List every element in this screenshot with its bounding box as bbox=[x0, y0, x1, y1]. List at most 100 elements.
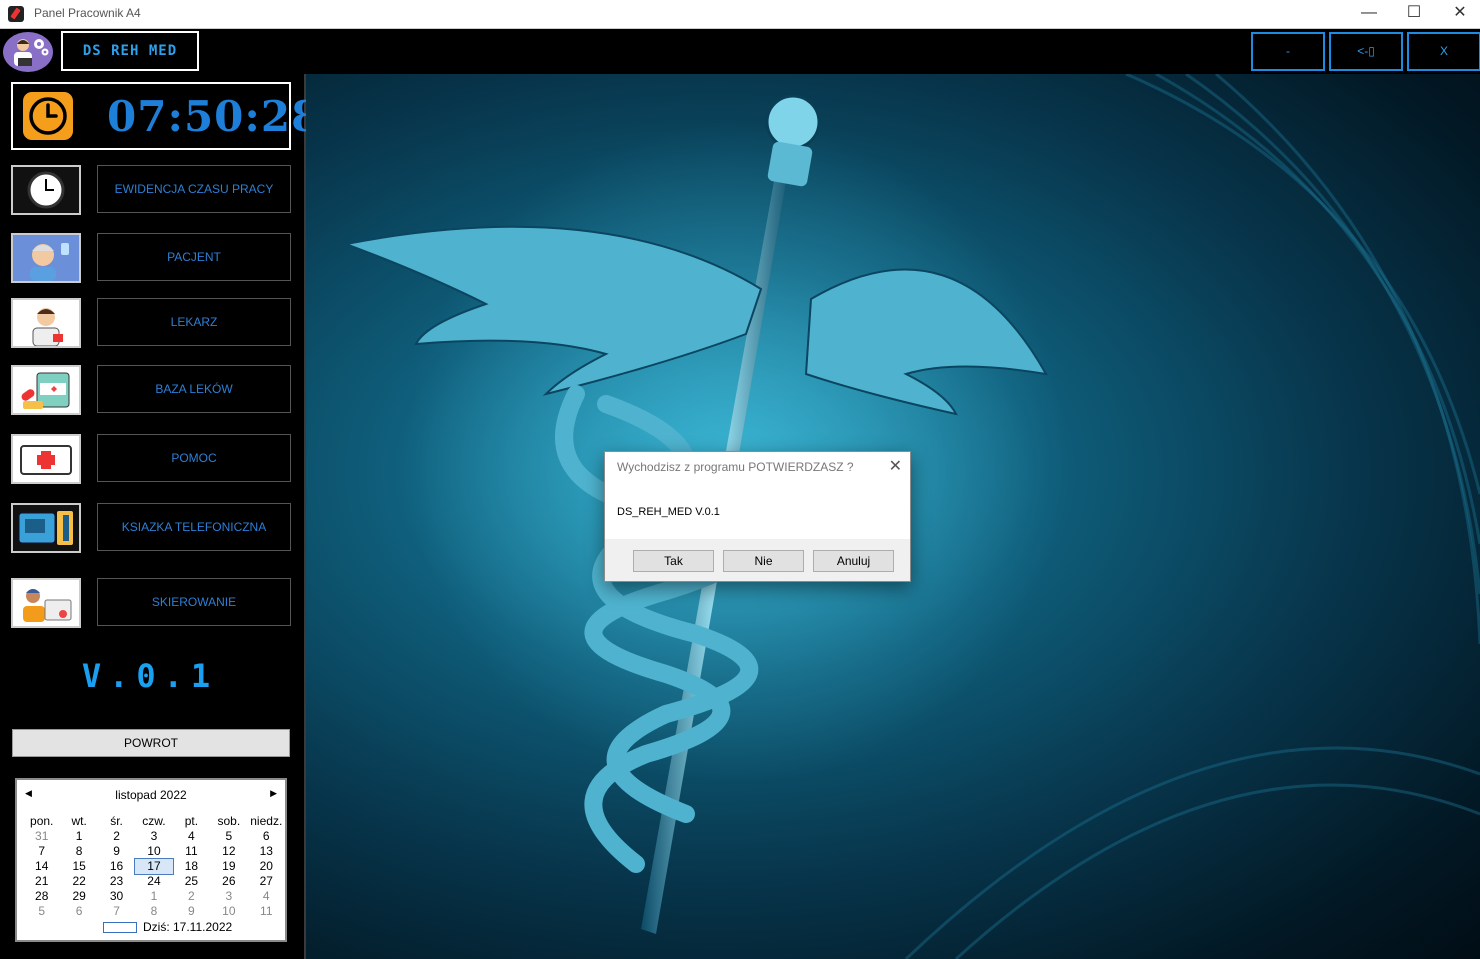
calendar-day[interactable]: 12 bbox=[210, 844, 247, 859]
calendar-next-month-icon[interactable]: ▶ bbox=[270, 788, 277, 799]
dialog-cancel-button[interactable]: Anuluj bbox=[813, 550, 894, 572]
dialog-yes-button[interactable]: Tak bbox=[633, 550, 714, 572]
calendar-today-label: Dziś: 17.11.2022 bbox=[143, 920, 233, 934]
calendar-week-row: 31 1 2 3 4 5 6 bbox=[23, 829, 285, 844]
calendar-weekday-row: pon. wt. śr. czw. pt. sob. niedz. bbox=[23, 814, 285, 829]
brand-label: DS REH MED bbox=[61, 31, 199, 71]
dialog-title: Wychodzisz z programu POTWIERDZASZ ? bbox=[617, 460, 854, 474]
nav-lekarz-button[interactable]: LEKARZ bbox=[97, 298, 291, 346]
calendar-day[interactable]: 18 bbox=[173, 859, 210, 874]
weekday-label: śr. bbox=[110, 814, 123, 828]
weekday-label: sob. bbox=[217, 814, 241, 828]
weekday-label: czw. bbox=[142, 814, 166, 828]
app-close-button[interactable]: X bbox=[1407, 32, 1480, 71]
calendar-day[interactable]: 3 bbox=[210, 889, 247, 904]
calendar-day[interactable]: 11 bbox=[173, 844, 210, 859]
doctor-icon[interactable] bbox=[11, 298, 81, 348]
calendar-day[interactable]: 5 bbox=[23, 904, 60, 919]
calendar-month-label[interactable]: listopad 2022 bbox=[17, 788, 285, 802]
calendar-day[interactable]: 24 bbox=[135, 874, 172, 889]
calendar-day[interactable]: 11 bbox=[248, 904, 285, 919]
referral-icon[interactable] bbox=[11, 578, 81, 628]
first-aid-kit-icon[interactable] bbox=[11, 434, 81, 484]
calendar-day[interactable]: 28 bbox=[23, 889, 60, 904]
dialog-message: DS_REH_MED V.0.1 bbox=[617, 506, 720, 518]
calendar-day[interactable]: 20 bbox=[248, 859, 285, 874]
today-marker-icon bbox=[103, 922, 137, 934]
calendar-day[interactable]: 5 bbox=[210, 829, 247, 844]
clock-panel: 07:50:28 bbox=[11, 82, 320, 150]
calendar-day[interactable]: 6 bbox=[60, 904, 97, 919]
calendar-day[interactable]: 31 bbox=[23, 829, 60, 844]
calendar-day[interactable]: 10 bbox=[210, 904, 247, 919]
nav-baza-lekow-button[interactable]: BAZA LEKÓW bbox=[97, 365, 291, 413]
app-restore-button[interactable]: <-▯ bbox=[1329, 32, 1403, 71]
sidebar: 07:50:28 EWIDENCJA CZASU PRACY PACJENT L… bbox=[0, 74, 320, 959]
calendar-day[interactable]: 29 bbox=[60, 889, 97, 904]
medicine-icon[interactable] bbox=[11, 365, 81, 415]
window-close-button[interactable]: ✕ bbox=[1437, 0, 1480, 28]
calendar-day[interactable]: 22 bbox=[60, 874, 97, 889]
calendar-day[interactable]: 2 bbox=[173, 889, 210, 904]
calendar-day[interactable]: 3 bbox=[135, 829, 172, 844]
app-minimize-button[interactable]: - bbox=[1251, 32, 1325, 71]
calendar-day[interactable]: 9 bbox=[98, 844, 135, 859]
calendar-day[interactable]: 6 bbox=[248, 829, 285, 844]
exit-confirm-dialog: Wychodzisz z programu POTWIERDZASZ ? ✕ D… bbox=[604, 451, 911, 582]
calendar-week-row: 28 29 30 1 2 3 4 bbox=[23, 889, 285, 904]
calendar-day[interactable]: 13 bbox=[248, 844, 285, 859]
calendar-day[interactable]: 15 bbox=[60, 859, 97, 874]
calendar[interactable]: ◀ listopad 2022 ▶ pon. wt. śr. czw. pt. … bbox=[15, 778, 287, 942]
calendar-day[interactable]: 19 bbox=[210, 859, 247, 874]
calendar-header: ◀ listopad 2022 ▶ bbox=[17, 788, 285, 804]
calendar-grid: pon. wt. śr. czw. pt. sob. niedz. 31 1 2… bbox=[23, 814, 285, 919]
calendar-week-row: 21 22 23 24 25 26 27 bbox=[23, 874, 285, 889]
calendar-day-selected[interactable]: 17 bbox=[134, 858, 174, 875]
calendar-day[interactable]: 2 bbox=[98, 829, 135, 844]
calendar-day[interactable]: 4 bbox=[173, 829, 210, 844]
calendar-day[interactable]: 8 bbox=[60, 844, 97, 859]
dialog-footer: Tak Nie Anuluj bbox=[605, 539, 910, 581]
calendar-week-row: 7 8 9 10 11 12 13 bbox=[23, 844, 285, 859]
calendar-day[interactable]: 27 bbox=[248, 874, 285, 889]
weekday-label: pt. bbox=[184, 814, 199, 828]
calendar-day[interactable]: 4 bbox=[248, 889, 285, 904]
calendar-week-row: 14 15 16 17 18 19 20 bbox=[23, 858, 285, 875]
calendar-day[interactable]: 1 bbox=[135, 889, 172, 904]
back-button[interactable]: POWROT bbox=[12, 729, 290, 757]
calendar-day[interactable]: 23 bbox=[98, 874, 135, 889]
calendar-day[interactable]: 14 bbox=[23, 859, 60, 874]
weekday-label: pon. bbox=[30, 814, 54, 828]
nav-pacjent-button[interactable]: PACJENT bbox=[97, 233, 291, 281]
user-avatar-icon bbox=[3, 32, 53, 72]
calendar-day[interactable]: 26 bbox=[210, 874, 247, 889]
dialog-close-icon[interactable]: ✕ bbox=[889, 456, 902, 476]
calendar-day[interactable]: 8 bbox=[135, 904, 172, 919]
app-header: DS REH MED - <-▯ X bbox=[0, 29, 1480, 75]
weekday-label: wt. bbox=[71, 814, 87, 828]
calendar-week-row: 5 6 7 8 9 10 11 bbox=[23, 904, 285, 919]
wall-clock-icon[interactable] bbox=[11, 165, 81, 215]
calendar-today[interactable]: Dziś: 17.11.2022 bbox=[103, 920, 232, 934]
nav-pomoc-button[interactable]: POMOC bbox=[97, 434, 291, 482]
nav-ksiazka-button[interactable]: KSIAZKA TELEFONICZNA bbox=[97, 503, 291, 551]
calendar-day[interactable]: 10 bbox=[135, 844, 172, 859]
calendar-day[interactable]: 7 bbox=[98, 904, 135, 919]
nav-skierowanie-button[interactable]: SKIEROWANIE bbox=[97, 578, 291, 626]
nav-ewidencja-button[interactable]: EWIDENCJA CZASU PRACY bbox=[97, 165, 291, 213]
weekday-label: niedz. bbox=[250, 814, 283, 828]
calendar-day[interactable]: 1 bbox=[60, 829, 97, 844]
phone-book-icon[interactable] bbox=[11, 503, 81, 553]
patient-icon[interactable] bbox=[11, 233, 81, 283]
calendar-day[interactable]: 9 bbox=[173, 904, 210, 919]
window-maximize-button[interactable]: ☐ bbox=[1391, 0, 1437, 28]
window-minimize-button[interactable]: — bbox=[1346, 0, 1392, 28]
clock-icon bbox=[23, 92, 73, 140]
calendar-day[interactable]: 30 bbox=[98, 889, 135, 904]
dialog-no-button[interactable]: Nie bbox=[723, 550, 804, 572]
calendar-day[interactable]: 16 bbox=[98, 859, 135, 874]
calendar-day[interactable]: 21 bbox=[23, 874, 60, 889]
calendar-day[interactable]: 7 bbox=[23, 844, 60, 859]
version-label: V.0.1 bbox=[81, 657, 219, 695]
calendar-day[interactable]: 25 bbox=[173, 874, 210, 889]
